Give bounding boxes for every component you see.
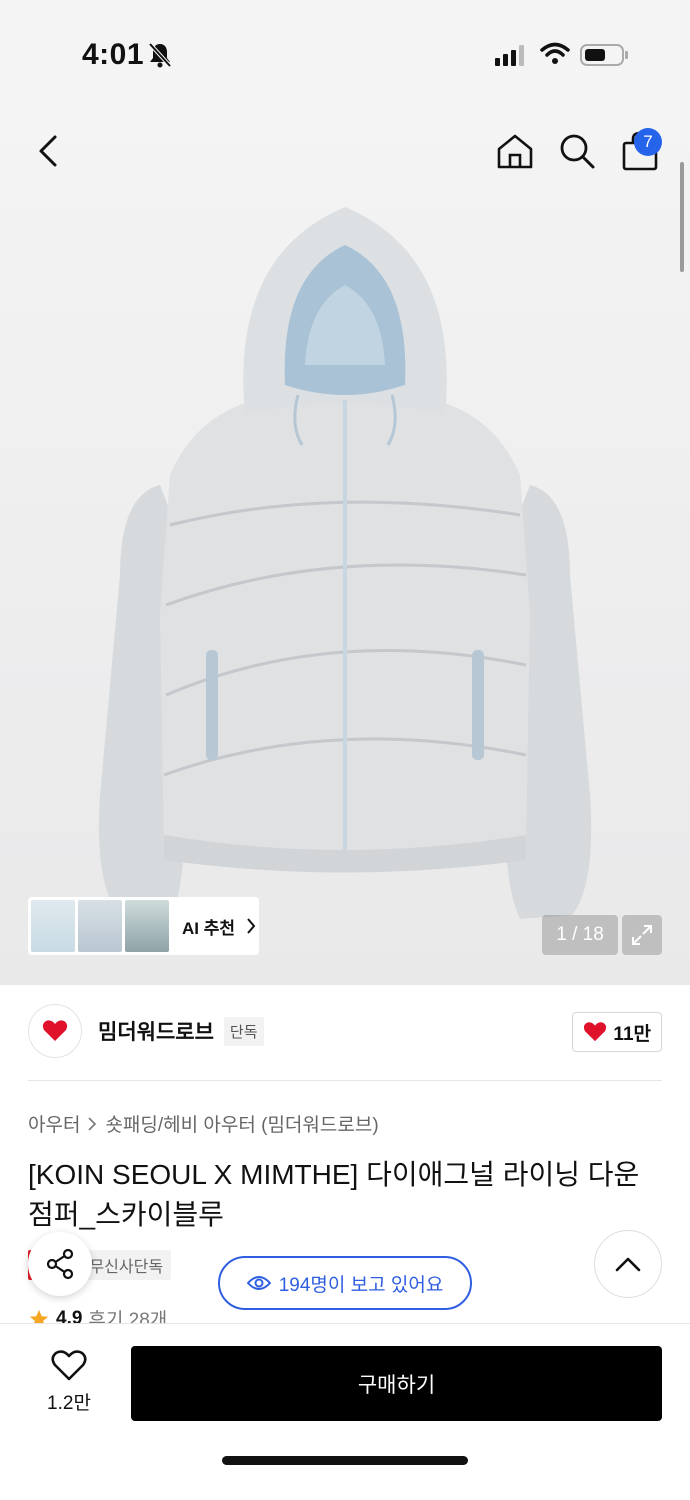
bell-slash-icon	[148, 42, 172, 73]
brand-exclusive-tag: 단독	[223, 1016, 264, 1046]
exclusive-tag: 무신사단독	[81, 1250, 172, 1280]
product-title: [KOIN SEOUL X MIMTHE] 다이애그널 라이닝 다운 점퍼_스카…	[28, 1159, 640, 1230]
back-button[interactable]	[28, 128, 68, 174]
ai-recommend-label: AI 추천	[182, 918, 236, 938]
brand-like-button[interactable]: 11만	[572, 1012, 662, 1052]
battery-icon	[580, 43, 630, 72]
image-page-indicator: 1 / 18	[542, 915, 618, 955]
recommend-thumbnail	[125, 900, 169, 952]
buy-button[interactable]: 구매하기	[131, 1346, 662, 1421]
wishlist-count: 1.2만	[47, 1393, 91, 1414]
brand-row[interactable]: 밈더워드로브 단독 11만	[28, 1003, 662, 1059]
chevron-right-icon	[247, 918, 256, 934]
home-button[interactable]	[494, 128, 536, 174]
status-bar: 4:01	[0, 0, 690, 100]
viewers-badge: 194명이 보고 있어요	[218, 1256, 472, 1310]
share-button[interactable]	[28, 1232, 92, 1296]
brand-logo[interactable]	[28, 1004, 82, 1058]
viewers-text: 194명이 보고 있어요	[278, 1274, 444, 1296]
divider	[28, 1080, 662, 1081]
brand-name[interactable]: 밈더워드로브	[98, 1016, 214, 1046]
wishlist-button[interactable]: 1.2만	[36, 1350, 102, 1415]
home-indicator[interactable]	[222, 1456, 468, 1465]
breadcrumb: 아우터 숏패딩/헤비 아우터 (밈더워드로브)	[28, 1110, 379, 1137]
heart-logo-icon	[42, 1020, 68, 1041]
ai-recommend-button[interactable]: AI 추천	[28, 897, 259, 955]
signal-icon	[495, 44, 524, 66]
breadcrumb-subcategory[interactable]: 숏패딩/헤비 아우터 (밈더워드로브)	[105, 1110, 378, 1137]
eye-icon	[246, 1276, 271, 1290]
brand-like-count: 11만	[613, 1023, 651, 1045]
bottom-action-bar: 1.2만 구매하기	[0, 1323, 690, 1500]
product-image-gallery[interactable]: 7 AI 추천 1 / 18	[0, 100, 690, 985]
home-icon	[497, 134, 533, 169]
recommend-thumbnail	[31, 900, 75, 952]
scrollbar[interactable]	[680, 162, 684, 272]
heart-icon	[584, 1022, 607, 1042]
expand-button[interactable]	[622, 915, 662, 955]
breadcrumb-category[interactable]: 아우터	[28, 1110, 80, 1137]
product-image	[98, 207, 592, 919]
back-icon	[39, 135, 57, 167]
cart-count-badge: 7	[634, 128, 662, 156]
expand-icon	[632, 925, 652, 945]
recommend-thumbnail	[78, 900, 122, 952]
status-time: 4:01	[82, 38, 145, 71]
scroll-top-button[interactable]	[594, 1230, 662, 1298]
share-icon	[46, 1248, 74, 1280]
search-icon	[560, 134, 595, 169]
chevron-right-icon	[88, 1116, 97, 1131]
wifi-icon	[540, 41, 570, 70]
heart-outline-icon	[51, 1350, 87, 1381]
chevron-up-icon	[615, 1257, 641, 1272]
search-button[interactable]	[556, 128, 598, 174]
